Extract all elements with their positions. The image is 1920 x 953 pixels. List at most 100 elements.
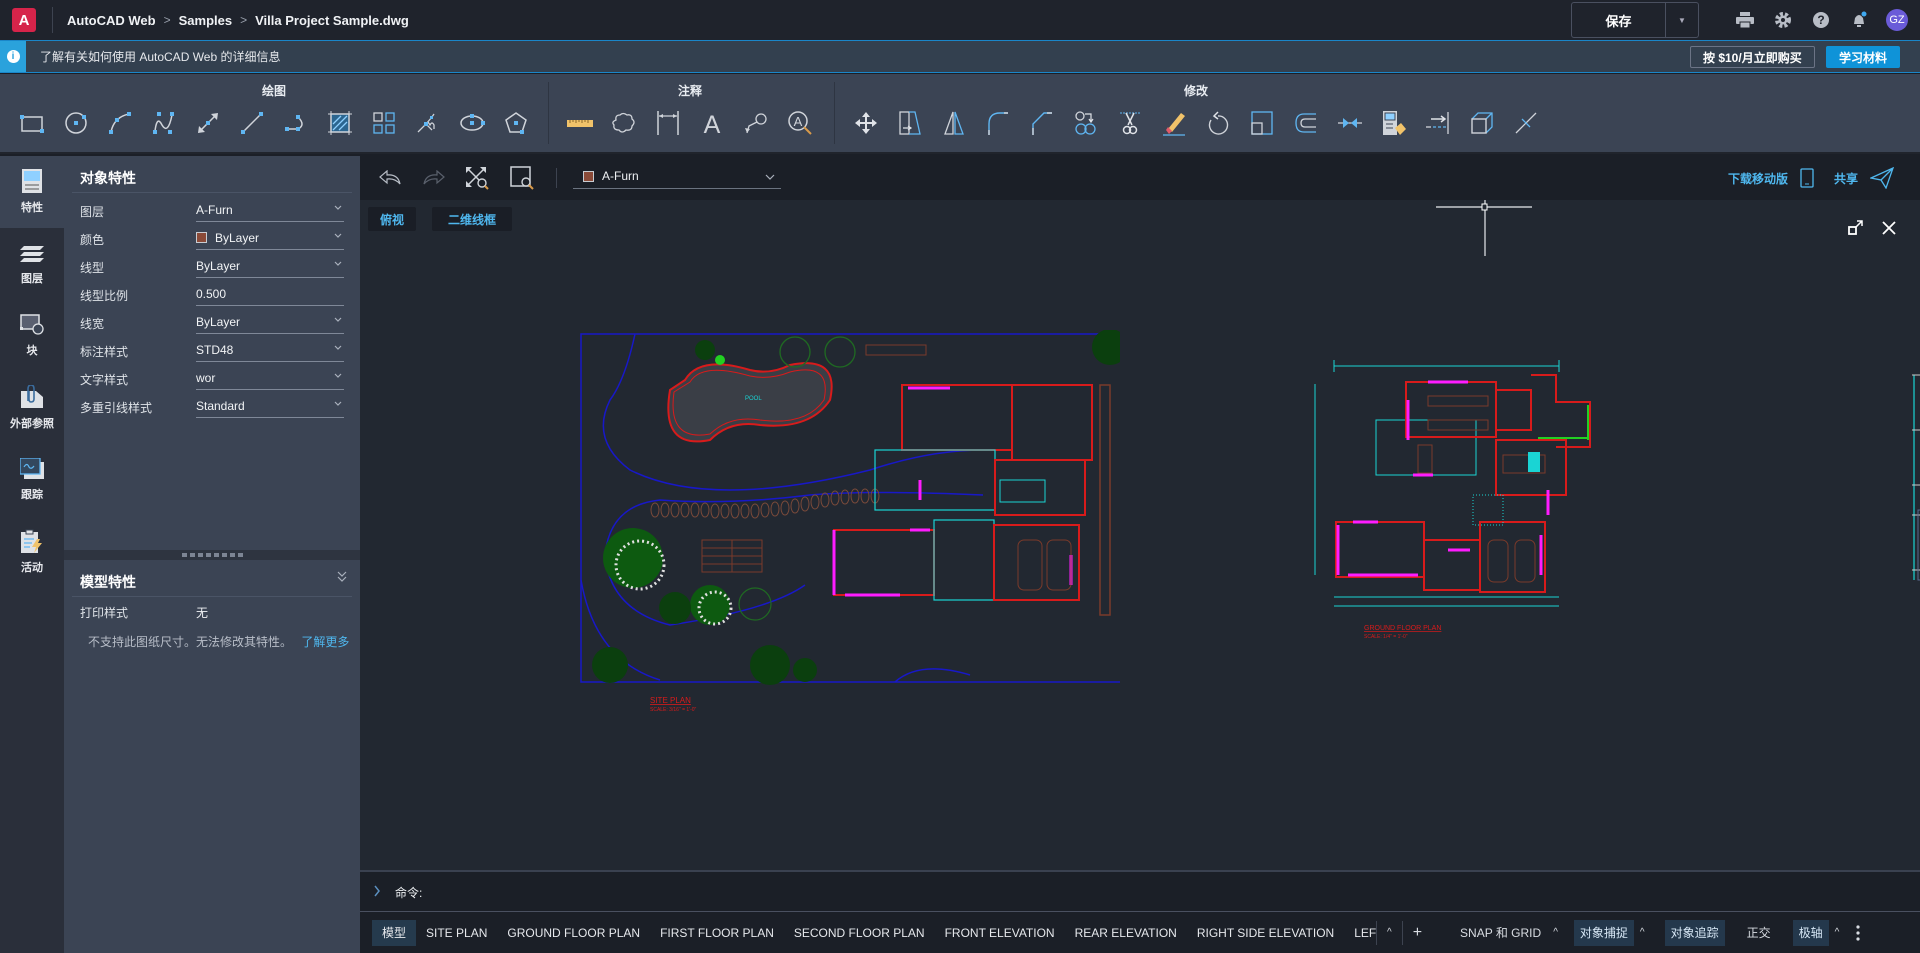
tab-second-floor-plan[interactable]: SECOND FLOOR PLAN	[784, 920, 935, 946]
panel-resize-handle[interactable]	[64, 550, 360, 560]
info-link[interactable]: 了解有关如何使用 AutoCAD Web 的详细信息	[40, 48, 280, 65]
ortho-toggle[interactable]: 正交	[1741, 920, 1777, 946]
buy-now-button[interactable]: 按 $10/月立即购买	[1690, 46, 1815, 68]
stretch-tool[interactable]	[888, 108, 932, 138]
linetype-scale-input[interactable]: 0.500	[196, 282, 344, 306]
text-tool[interactable]: A	[690, 108, 734, 138]
rail-item-xref[interactable]: 外部参照	[0, 372, 64, 444]
polyline-tool[interactable]	[274, 108, 318, 138]
view-top-button[interactable]: 俯视	[368, 207, 416, 231]
settings-gear-icon[interactable]	[1772, 9, 1794, 31]
polar-toggle[interactable]: 极轴	[1792, 919, 1829, 946]
rail-item-blocks[interactable]: 块	[0, 300, 64, 372]
join-tool[interactable]	[1328, 108, 1372, 138]
learning-materials-button[interactable]: 学习材料	[1826, 46, 1900, 68]
print-icon[interactable]	[1734, 9, 1756, 31]
linear-dimension-tool[interactable]	[646, 108, 690, 138]
snap-grid-toggle[interactable]: SNAP 和 GRID	[1454, 920, 1547, 946]
mirror-tool[interactable]	[932, 108, 976, 138]
current-layer-dropdown[interactable]: A-Furn	[573, 164, 781, 189]
erase-tool[interactable]	[1152, 108, 1196, 138]
rail-item-layers[interactable]: 图层	[0, 228, 64, 300]
spline-tool[interactable]	[142, 108, 186, 138]
mleaderstyle-dropdown[interactable]: Standard	[196, 394, 344, 418]
zoom-extents-button[interactable]	[465, 166, 489, 190]
notifications-bell-icon[interactable]	[1848, 9, 1870, 31]
polar-caret-icon[interactable]: ^	[1835, 927, 1840, 938]
collapse-chevrons-icon[interactable]	[336, 570, 348, 584]
linetype-dropdown[interactable]: ByLayer	[196, 254, 344, 278]
add-layout-plus-icon[interactable]: +	[1413, 924, 1422, 942]
copy-tool[interactable]	[1064, 108, 1108, 138]
more-options-kebab-icon[interactable]	[1855, 924, 1861, 942]
scale-tool[interactable]	[1240, 108, 1284, 138]
revision-cloud-tool[interactable]	[602, 108, 646, 138]
tab-left-side-elevation[interactable]: LEFT SIDE EL	[1344, 920, 1376, 946]
rail-item-trace[interactable]: 跟踪	[0, 444, 64, 516]
insert-block-tool[interactable]	[406, 108, 450, 138]
autocad-logo[interactable]: A	[12, 8, 36, 32]
tab-rear-elevation[interactable]: REAR ELEVATION	[1065, 920, 1187, 946]
arc-tool[interactable]	[98, 108, 142, 138]
leader-tool[interactable]	[734, 108, 778, 138]
move-tool[interactable]	[844, 108, 888, 138]
fillet-tool[interactable]	[976, 108, 1020, 138]
circle-tool[interactable]	[54, 108, 98, 138]
breadcrumb-folder[interactable]: Samples	[179, 13, 232, 28]
lineweight-dropdown[interactable]: ByLayer	[196, 310, 344, 334]
save-dropdown-button[interactable]: ▼	[1666, 3, 1698, 37]
tab-site-plan[interactable]: SITE PLAN	[416, 920, 497, 946]
undo-button[interactable]	[378, 166, 402, 190]
chamfer-tool[interactable]	[1020, 108, 1064, 138]
user-avatar[interactable]: GZ	[1886, 9, 1908, 31]
tab-right-side-elevation[interactable]: RIGHT SIDE ELEVATION	[1187, 920, 1344, 946]
tab-first-floor-plan[interactable]: FIRST FLOOR PLAN	[650, 920, 784, 946]
line-tool[interactable]	[230, 108, 274, 138]
color-dropdown[interactable]: ByLayer	[196, 226, 344, 250]
tab-model[interactable]: 模型	[372, 919, 417, 946]
rotate-tool[interactable]	[1196, 108, 1240, 138]
break-tool[interactable]	[1504, 108, 1548, 138]
dimension-arrow-tool[interactable]	[186, 108, 230, 138]
rectangle-tool[interactable]	[10, 108, 54, 138]
layer-dropdown[interactable]: A-Furn	[196, 198, 344, 222]
array-tool[interactable]	[362, 108, 406, 138]
save-button[interactable]: 保存	[1572, 3, 1666, 37]
redo-icon	[423, 170, 445, 185]
maximize-viewport-icon[interactable]	[1848, 220, 1864, 236]
dimstyle-dropdown[interactable]: STD48	[196, 338, 344, 362]
object-tracking-toggle[interactable]: 对象追踪	[1664, 919, 1725, 946]
rail-item-activity[interactable]: 活动	[0, 516, 64, 588]
find-text-tool[interactable]: A	[778, 108, 822, 138]
snap-grid-caret-icon[interactable]: ^	[1553, 927, 1558, 938]
extend-tool[interactable]	[1416, 108, 1460, 138]
redo-button[interactable]	[422, 166, 446, 190]
offset-tool[interactable]	[1284, 108, 1328, 138]
measure-tool[interactable]	[558, 108, 602, 138]
object-snap-caret-icon[interactable]: ^	[1640, 927, 1645, 938]
hatch-tool[interactable]	[318, 108, 362, 138]
3d-box-tool[interactable]	[1460, 108, 1504, 138]
property-value: STD48	[196, 342, 234, 357]
tab-front-elevation[interactable]: FRONT ELEVATION	[935, 920, 1065, 946]
ruler-icon	[567, 120, 593, 127]
textstyle-dropdown[interactable]: wor	[196, 366, 344, 390]
command-line[interactable]: 命令:	[360, 870, 1920, 912]
polygon-tool[interactable]	[494, 108, 538, 138]
trim-tool[interactable]	[1108, 108, 1152, 138]
visual-style-button[interactable]: 二维线框	[432, 207, 512, 231]
match-properties-tool[interactable]	[1372, 108, 1416, 138]
object-snap-toggle[interactable]: 对象捕捉	[1573, 919, 1634, 946]
download-mobile-link[interactable]: 下载移动版	[1728, 170, 1788, 187]
zoom-window-button[interactable]	[510, 166, 534, 190]
learn-more-link[interactable]: 了解更多	[301, 635, 349, 649]
help-icon[interactable]: ?	[1810, 9, 1832, 31]
rail-item-properties[interactable]: 特性	[0, 156, 64, 228]
close-viewport-icon[interactable]	[1881, 220, 1897, 236]
drawing-canvas[interactable]: 俯视 二维线框 POOL SITE PLAN SCALE: 3/16" = 1'…	[360, 200, 1920, 870]
breadcrumb-app[interactable]: AutoCAD Web	[67, 13, 156, 28]
tabs-expand-caret-icon[interactable]: ^	[1387, 927, 1392, 938]
ellipse-tool[interactable]	[450, 108, 494, 138]
share-link[interactable]: 共享	[1834, 170, 1858, 187]
tab-ground-floor-plan[interactable]: GROUND FLOOR PLAN	[497, 920, 650, 946]
